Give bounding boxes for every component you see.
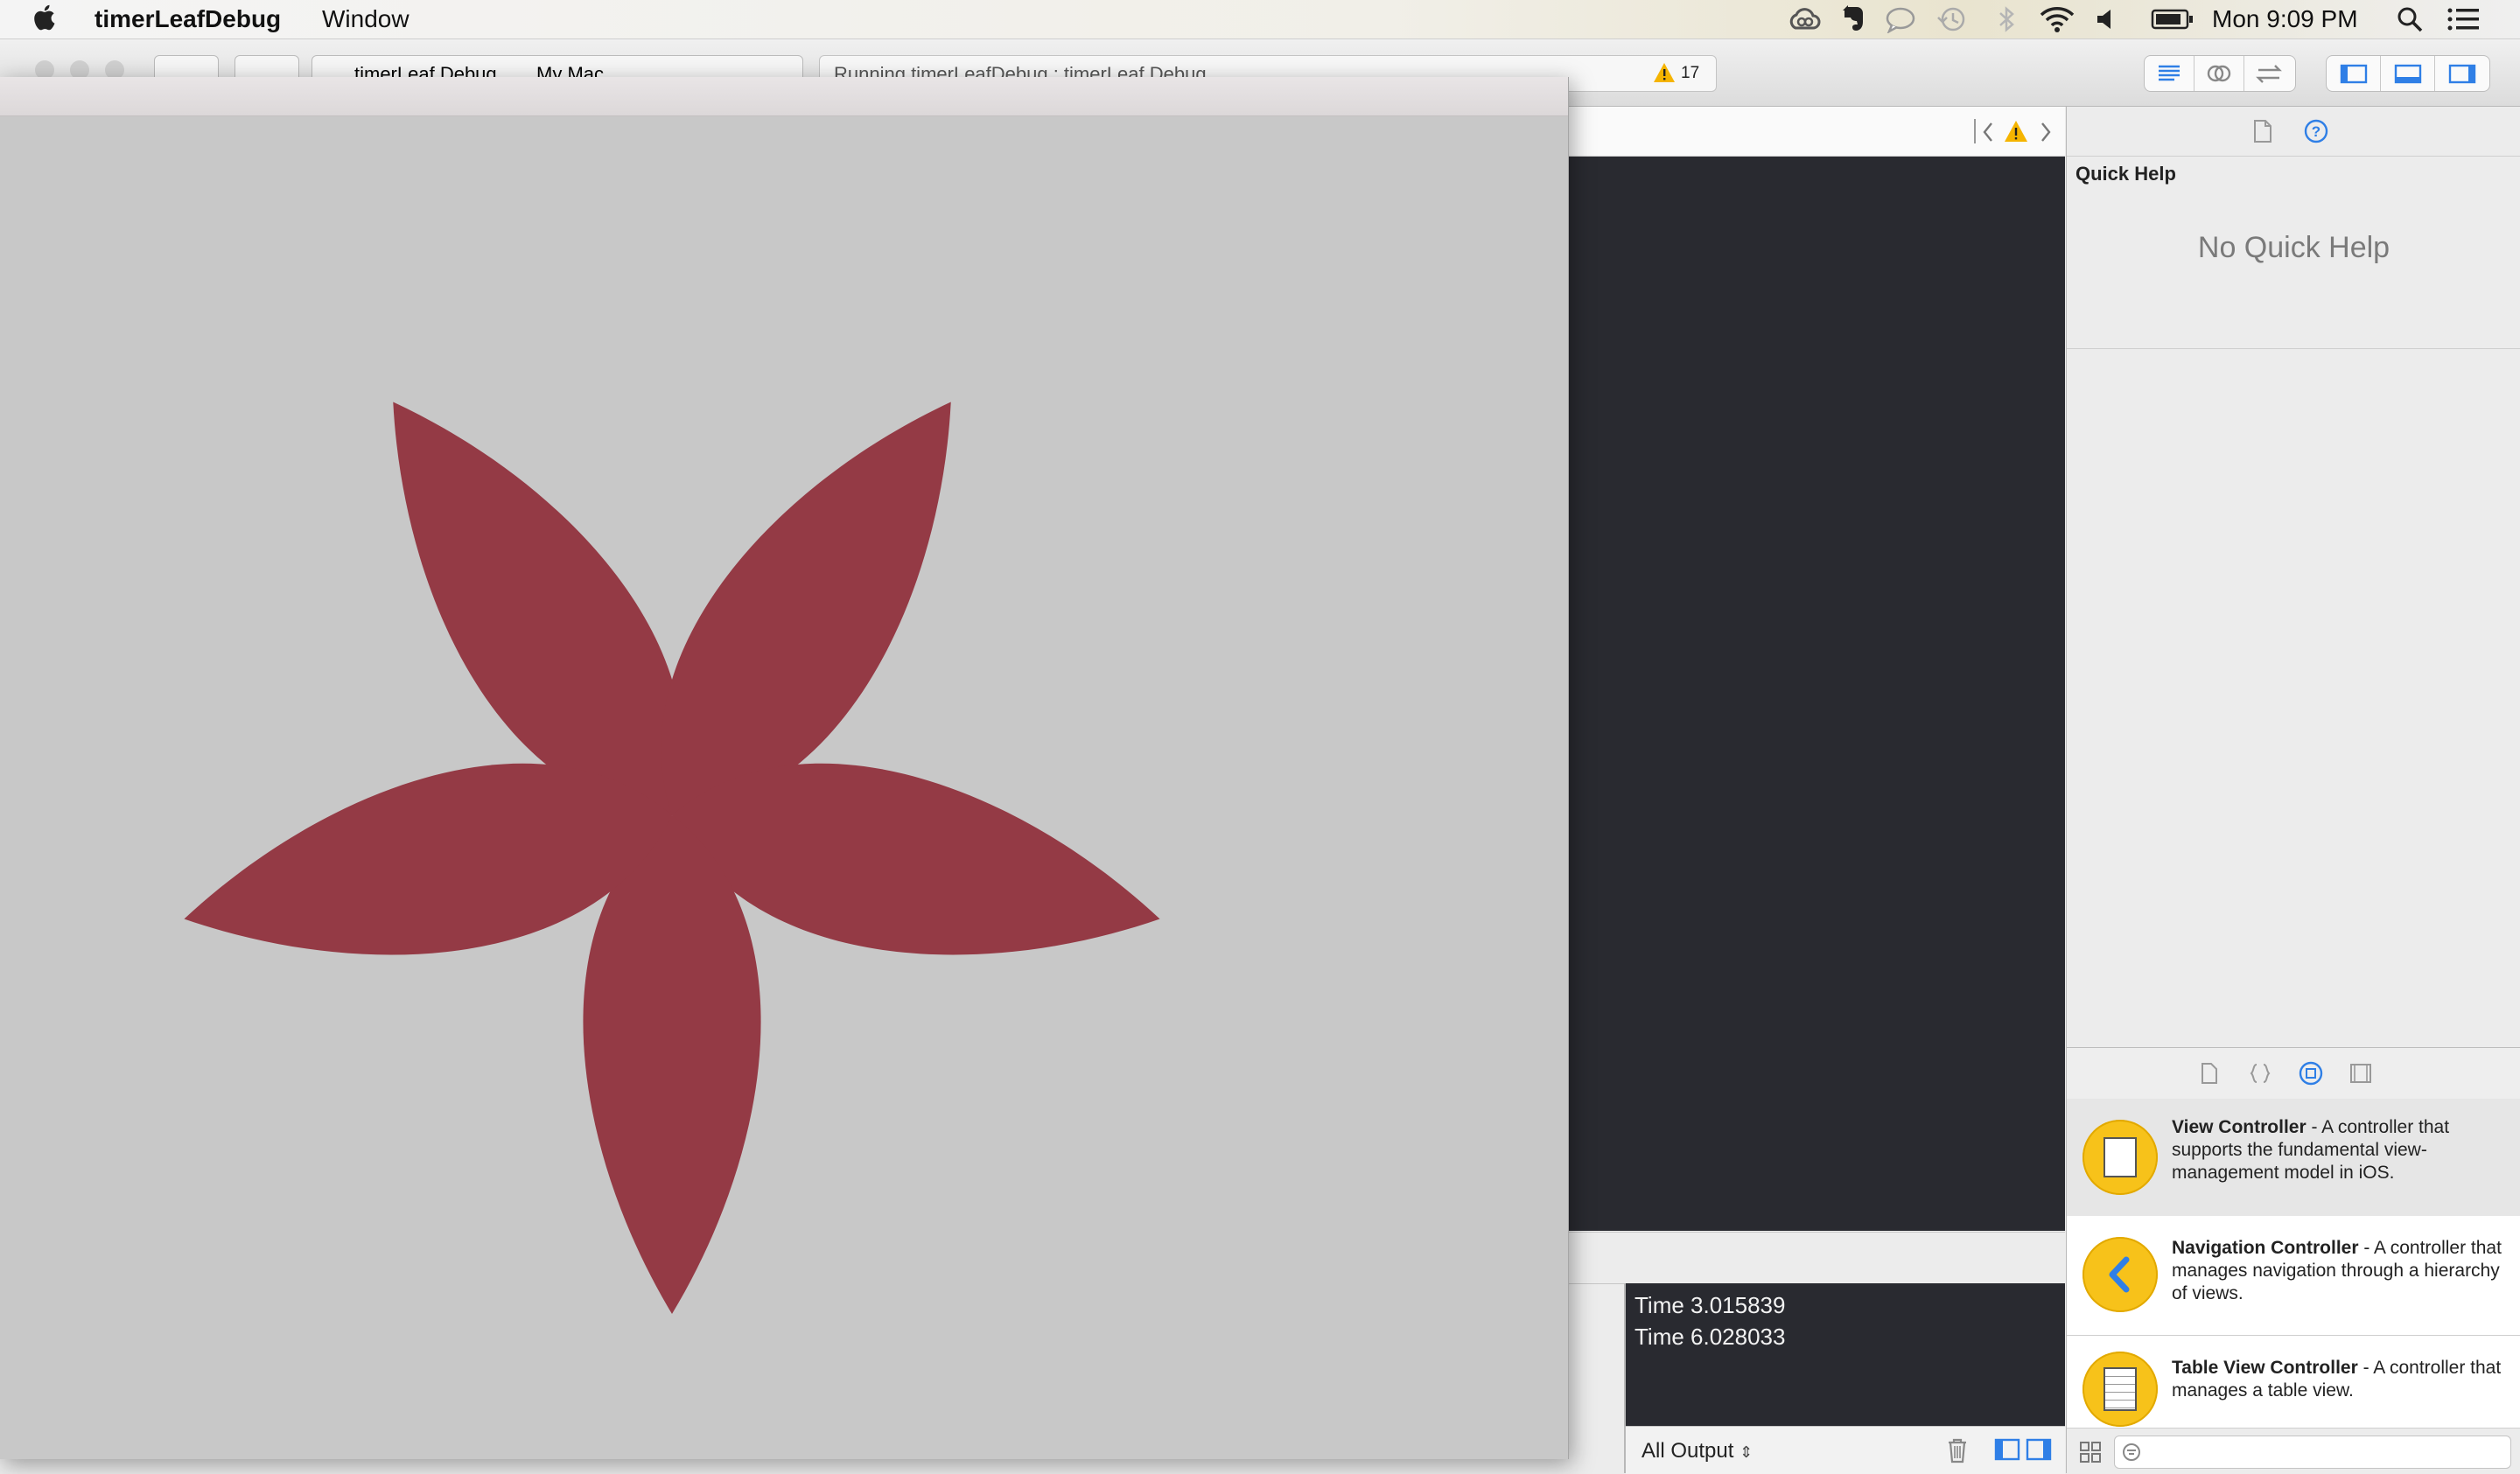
standard-editor-button[interactable] (2145, 56, 2194, 91)
bluetooth-icon[interactable] (1997, 5, 2016, 33)
navigator-toggle-button[interactable] (2327, 56, 2381, 91)
debug-area-toggle-button[interactable] (2381, 56, 2435, 91)
window-menu[interactable]: Window (322, 4, 410, 34)
spotlight-search-icon[interactable] (2396, 5, 2424, 33)
show-console-button-icon[interactable] (2025, 1436, 2053, 1464)
time-machine-icon[interactable] (1936, 5, 1969, 33)
navigation-controller-icon (2082, 1237, 2158, 1312)
creative-cloud-icon[interactable] (1787, 7, 1822, 31)
menu-bar: timerLeafDebug Window Mon 9:09 PM (0, 0, 2520, 39)
editor-jump-bar (1566, 107, 2065, 157)
leaf-canvas (0, 116, 1568, 1459)
library-item-name: Navigation Controller (2172, 1238, 2359, 1258)
file-inspector-icon[interactable] (2252, 119, 2273, 143)
library-filter-field[interactable] (2114, 1436, 2511, 1469)
clear-console-trash-icon[interactable] (1946, 1437, 1969, 1464)
console-output[interactable]: Time 3.015839 Time 6.028033 (1626, 1283, 2065, 1426)
editor-mode-control (2144, 55, 2296, 92)
table-view-controller-icon (2082, 1352, 2158, 1427)
file-template-library-icon[interactable] (2200, 1062, 2219, 1085)
object-library-icon[interactable] (2298, 1060, 2324, 1086)
view-controller-icon (2082, 1120, 2158, 1195)
wifi-icon[interactable] (2039, 5, 2076, 33)
jump-bar-divider (1974, 119, 1976, 143)
evernote-icon[interactable] (1841, 3, 1866, 33)
app-menu[interactable]: timerLeafDebug (94, 4, 281, 34)
grid-view-icon[interactable] (2079, 1441, 2102, 1464)
media-library-icon[interactable] (2348, 1062, 2373, 1085)
assistant-editor-button[interactable] (2194, 56, 2244, 91)
no-quick-help-label: No Quick Help (2197, 231, 2390, 264)
leaf-drawing (184, 402, 1160, 1314)
issue-warning-icon[interactable] (2004, 120, 2028, 143)
library-item-name: View Controller (2172, 1117, 2306, 1137)
next-issue-icon[interactable] (2039, 121, 2053, 143)
messages-icon[interactable] (1885, 7, 1916, 33)
library-item-name: Table View Controller (2172, 1358, 2358, 1378)
console-bar: All Output ⇕ (1626, 1426, 2065, 1474)
svg-text:?: ? (2312, 123, 2320, 140)
console-line: Time 3.015839 (1634, 1292, 1786, 1318)
panel-divider (2067, 348, 2520, 349)
menubar-clock[interactable]: Mon 9:09 PM (2212, 4, 2358, 34)
output-filter-popup[interactable]: All Output ⇕ (1642, 1439, 1753, 1464)
version-editor-button[interactable] (2244, 56, 2294, 91)
apple-menu-icon[interactable] (33, 3, 58, 31)
warning-triangle-icon[interactable] (1653, 62, 1676, 83)
inspector-selector-bar: ? (2067, 107, 2520, 157)
code-snippet-library-icon[interactable] (2249, 1062, 2272, 1085)
console-line: Time 6.028033 (1634, 1324, 1786, 1350)
notification-center-icon[interactable] (2446, 7, 2480, 31)
output-filter-label: All Output (1642, 1439, 1734, 1463)
debug-bar (1566, 1232, 2065, 1284)
app-window-titlebar[interactable] (0, 77, 1568, 116)
source-editor[interactable] (1566, 157, 2065, 1231)
view-toggle-control (2326, 55, 2490, 92)
quick-help-title: Quick Help (2076, 163, 2176, 185)
library-item[interactable]: View Controller - A controller that supp… (2067, 1099, 2520, 1217)
show-variables-button-icon[interactable] (1993, 1436, 2021, 1464)
library-item[interactable]: Table View Controller - A controller tha… (2067, 1336, 2520, 1440)
utilities-toggle-button[interactable] (2435, 56, 2488, 91)
battery-icon[interactable] (2151, 8, 2194, 31)
library-filter-bar (2067, 1428, 2520, 1474)
warning-count[interactable]: 17 (1681, 64, 1699, 83)
previous-issue-icon[interactable] (1981, 121, 1995, 143)
volume-icon[interactable] (2095, 7, 2116, 31)
app-window (0, 77, 1569, 1459)
quick-help-inspector-icon[interactable]: ? (2303, 118, 2329, 144)
library-selector-bar (2067, 1047, 2520, 1100)
popup-arrows-icon: ⇕ (1740, 1443, 1754, 1461)
filter-icon (2123, 1443, 2140, 1461)
utility-panel: ? Quick Help No Quick Help View Controll… (2066, 107, 2520, 1474)
library-item[interactable]: Navigation Controller - A controller tha… (2067, 1216, 2520, 1336)
